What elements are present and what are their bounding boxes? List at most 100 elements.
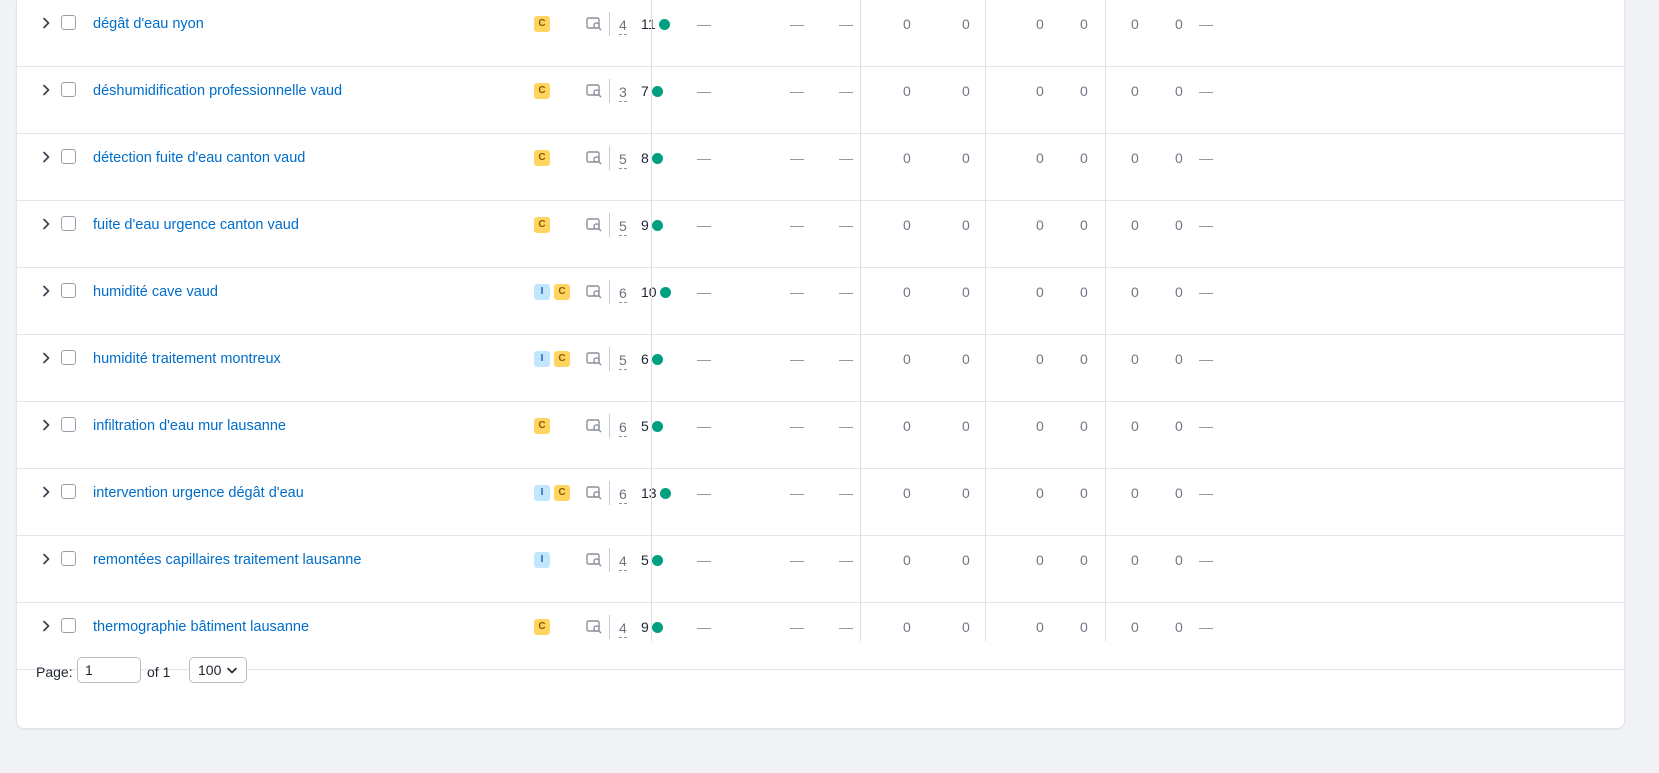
column-separator	[609, 615, 610, 639]
keyword-link[interactable]: thermographie bâtiment lausanne	[93, 618, 309, 636]
kd-value: 7	[641, 83, 649, 99]
row-checkbox[interactable]	[61, 350, 76, 365]
position-value[interactable]: 4	[619, 16, 627, 35]
intent-badges: I	[534, 552, 550, 568]
chevron-right-icon[interactable]	[37, 416, 55, 434]
keyword-link[interactable]: dégât d'eau nyon	[93, 15, 204, 33]
row-checkbox[interactable]	[61, 149, 76, 164]
metric-value: 0	[1175, 351, 1183, 367]
column-separator	[609, 12, 610, 36]
keyword-difficulty: 13	[641, 484, 671, 502]
serp-features-icon[interactable]	[585, 350, 603, 368]
serp-features-icon[interactable]	[585, 618, 603, 636]
position-value[interactable]: 6	[619, 418, 627, 437]
metric-empty: —	[1199, 217, 1213, 233]
intent-badges: C	[534, 418, 550, 434]
serp-features-icon[interactable]	[585, 216, 603, 234]
column-separator	[609, 213, 610, 237]
metric-value: 0	[903, 485, 911, 501]
position-value[interactable]: 4	[619, 552, 627, 571]
pagination-bar: Page: of 1 100	[17, 641, 1624, 701]
chevron-right-icon[interactable]	[37, 14, 55, 32]
keywords-table-card: dégât d'eau nyon C 4 11— — —0 0 0 0 0 0— déshumidif…	[16, 0, 1625, 729]
row-checkbox[interactable]	[61, 417, 76, 432]
serp-features-icon[interactable]	[585, 417, 603, 435]
keyword-link[interactable]: fuite d'eau urgence canton vaud	[93, 216, 299, 234]
metric-value: 0	[1175, 217, 1183, 233]
row-checkbox[interactable]	[61, 551, 76, 566]
serp-features-icon[interactable]	[585, 283, 603, 301]
row-checkbox[interactable]	[61, 283, 76, 298]
serp-features-icon[interactable]	[585, 82, 603, 100]
row-checkbox[interactable]	[61, 618, 76, 633]
position-value[interactable]: 5	[619, 150, 627, 169]
keyword-link[interactable]: humidité cave vaud	[93, 283, 218, 301]
metric-value: 0	[1036, 485, 1044, 501]
intent-badge: C	[554, 351, 570, 367]
column-divider	[985, 0, 986, 641]
serp-features-icon[interactable]	[585, 551, 603, 569]
metric-value: 0	[1036, 552, 1044, 568]
page-count-label: of 1	[147, 664, 171, 680]
keyword-link[interactable]: humidité traitement montreux	[93, 350, 281, 368]
metric-empty: —	[839, 418, 853, 434]
serp-features-icon[interactable]	[585, 484, 603, 502]
serp-features-icon[interactable]	[585, 15, 603, 33]
metric-empty: —	[1199, 351, 1213, 367]
chevron-right-icon[interactable]	[37, 282, 55, 300]
metric-value: 0	[1175, 150, 1183, 166]
row-checkbox[interactable]	[61, 15, 76, 30]
position-value[interactable]: 6	[619, 284, 627, 303]
rows-per-page-select[interactable]: 100	[189, 657, 247, 683]
metric-value: 0	[1036, 217, 1044, 233]
metric-empty: —	[790, 351, 804, 367]
intent-badge: I	[534, 485, 550, 501]
kd-value: 9	[641, 217, 649, 233]
row-checkbox[interactable]	[61, 82, 76, 97]
position-value[interactable]: 6	[619, 485, 627, 504]
chevron-right-icon[interactable]	[37, 617, 55, 635]
intent-badge: C	[554, 284, 570, 300]
metric-value: 0	[962, 284, 970, 300]
chevron-right-icon[interactable]	[37, 215, 55, 233]
keyword-link[interactable]: déshumidification professionnelle vaud	[93, 82, 342, 100]
metric-value: 0	[1036, 83, 1044, 99]
keywords-table-body: dégât d'eau nyon C 4 11— — —0 0 0 0 0 0— déshumidif…	[17, 0, 1624, 670]
position-value[interactable]: 3	[619, 83, 627, 102]
metric-value: 0	[1131, 351, 1139, 367]
row-checkbox[interactable]	[61, 484, 76, 499]
keyword-link[interactable]: intervention urgence dégât d'eau	[93, 484, 304, 502]
page-number-input[interactable]	[77, 657, 141, 683]
chevron-right-icon[interactable]	[37, 550, 55, 568]
metric-empty: —	[1199, 83, 1213, 99]
chevron-right-icon[interactable]	[37, 81, 55, 99]
row-checkbox[interactable]	[61, 216, 76, 231]
position-value[interactable]: 5	[619, 351, 627, 370]
table-row: intervention urgence dégât d'eau I C 6 13 — — —…	[17, 469, 1624, 536]
chevron-right-icon[interactable]	[37, 148, 55, 166]
metric-empty: —	[839, 284, 853, 300]
position-value[interactable]: 5	[619, 217, 627, 236]
metric-value: 0	[903, 619, 911, 635]
rows-per-page-value: 100	[198, 662, 222, 678]
chevron-right-icon[interactable]	[37, 483, 55, 501]
position-value[interactable]: 4	[619, 619, 627, 638]
keyword-link[interactable]: infiltration d'eau mur lausanne	[93, 417, 286, 435]
keyword-link[interactable]: détection fuite d'eau canton vaud	[93, 149, 305, 167]
table-row: humidité cave vaud I C 6 10 — — — 0 0 0 0 0 0 —	[17, 268, 1624, 335]
intent-badge: C	[534, 418, 550, 434]
metric-empty: —	[697, 351, 711, 367]
metric-value: 0	[903, 418, 911, 434]
keyword-link[interactable]: remontées capillaires traitement lausann…	[93, 551, 361, 569]
intent-badges: IC	[534, 284, 570, 300]
metric-value: 0	[962, 619, 970, 635]
column-separator	[609, 481, 610, 505]
metric-empty: —	[1199, 150, 1213, 166]
metric-value: 0	[962, 351, 970, 367]
serp-features-icon[interactable]	[585, 149, 603, 167]
metric-value: 0	[962, 217, 970, 233]
chevron-right-icon[interactable]	[37, 349, 55, 367]
kd-indicator-dot	[651, 621, 663, 633]
intent-badge: I	[534, 284, 550, 300]
metric-value: 0	[1080, 485, 1088, 501]
